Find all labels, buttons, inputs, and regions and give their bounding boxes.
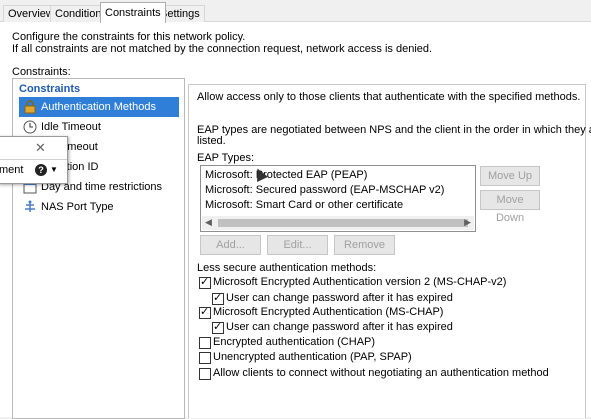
horizontal-scrollbar[interactable]: ◀ ▶ xyxy=(202,216,474,230)
tree-header: Constraints xyxy=(19,83,81,95)
mschapv2-checkbox[interactable] xyxy=(199,275,211,289)
no-negotiation-label: Allow clients to connect without negotia… xyxy=(213,367,549,379)
scroll-left-icon[interactable]: ◀ xyxy=(205,217,212,228)
mschap-checkbox[interactable] xyxy=(199,305,211,319)
add-button[interactable]: Add... xyxy=(200,235,261,255)
chap-checkbox[interactable] xyxy=(199,337,211,349)
eap-types-list[interactable]: Microsoft: Protected EAP (PEAP) Microsof… xyxy=(200,165,476,232)
scrollbar-thumb[interactable] xyxy=(218,219,468,227)
tab-constraints[interactable]: Constraints xyxy=(100,2,166,23)
popup-text: ment xyxy=(0,164,24,176)
eap-type-item[interactable]: Microsoft: Protected EAP (PEAP) xyxy=(205,169,367,181)
mschapv2-label: Microsoft Encrypted Authentication versi… xyxy=(213,276,507,288)
constraints-tree[interactable]: Constraints Authentication Methods Idle … xyxy=(12,78,185,419)
move-up-button[interactable]: Move Up xyxy=(480,166,540,186)
move-down-button[interactable]: Move Down xyxy=(480,190,540,224)
eap-note-line1: EAP types are negotiated between NPS and… xyxy=(197,124,591,136)
eap-note-line2: listed. xyxy=(197,135,226,147)
tree-item-label: NAS Port Type xyxy=(41,201,114,213)
mschap-change-password-checkbox[interactable] xyxy=(212,320,224,334)
eap-type-item[interactable]: Microsoft: Smart Card or other certifica… xyxy=(205,199,403,211)
tree-item-idle-timeout[interactable]: Idle Timeout xyxy=(19,117,179,137)
eap-types-label: EAP Types: xyxy=(197,152,255,164)
tree-item-nas-port-type[interactable]: NAS Port Type xyxy=(19,197,179,217)
less-secure-label: Less secure authentication methods: xyxy=(197,262,377,274)
network-icon xyxy=(25,200,35,212)
mschapv2-change-password-checkbox[interactable] xyxy=(212,291,224,305)
pap-spap-checkbox[interactable] xyxy=(199,352,211,364)
intro-text-line2: If all constraints are not matched by th… xyxy=(12,43,433,55)
pane-description: Allow access only to those clients that … xyxy=(197,91,581,103)
tree-item-label: Authentication Methods xyxy=(41,101,156,113)
overlay-popup[interactable]: ✕ ment ? ▼ xyxy=(0,136,68,184)
intro-text-line1: Configure the constraints for this netwo… xyxy=(12,31,246,43)
no-negotiation-checkbox[interactable] xyxy=(199,368,211,380)
remove-button[interactable]: Remove xyxy=(334,235,395,255)
lock-icon xyxy=(24,100,36,114)
help-icon[interactable]: ? xyxy=(35,164,47,176)
clock-icon xyxy=(23,120,37,134)
scroll-right-icon[interactable]: ▶ xyxy=(464,217,471,228)
tree-item-label: Idle Timeout xyxy=(41,121,101,133)
mschap-label: Microsoft Encrypted Authentication (MS-C… xyxy=(213,306,444,318)
pap-spap-label: Unencrypted authentication (PAP, SPAP) xyxy=(213,351,412,363)
chap-label: Encrypted authentication (CHAP) xyxy=(213,336,376,348)
edit-button[interactable]: Edit... xyxy=(267,235,328,255)
constraints-label: Constraints: xyxy=(12,66,71,78)
popup-divider xyxy=(0,159,67,160)
mschap-change-password-label: User can change password after it has ex… xyxy=(226,321,453,333)
close-icon[interactable]: ✕ xyxy=(35,140,46,156)
mschapv2-change-password-label: User can change password after it has ex… xyxy=(226,292,453,304)
eap-type-item[interactable]: Microsoft: Secured password (EAP-MSCHAP … xyxy=(205,184,444,196)
chevron-down-icon[interactable]: ▼ xyxy=(50,165,58,174)
tree-item-authentication-methods[interactable]: Authentication Methods xyxy=(19,97,179,117)
